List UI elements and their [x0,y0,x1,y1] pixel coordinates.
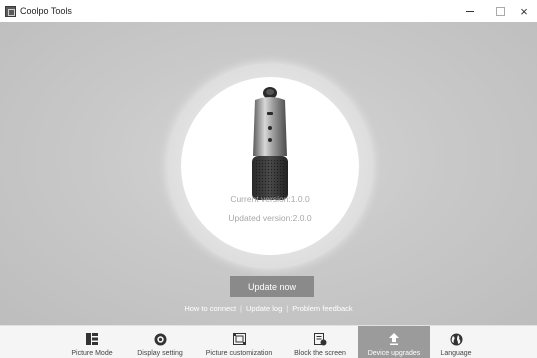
nav-item-picture-customization[interactable]: Picture customization [198,326,280,358]
title-bar: Coolpo Tools × [0,0,537,22]
nav-item-block-the-screen[interactable]: Block the screen [286,326,354,358]
window-title: Coolpo Tools [20,6,72,16]
nav-item-language[interactable]: Language [434,326,478,358]
nav-label: Block the screen [294,350,346,357]
close-button[interactable]: × [508,0,537,22]
globe-icon [450,330,463,348]
minimize-button[interactable] [454,0,486,22]
nav-label: Picture Mode [71,350,113,357]
nav-label: Device upgrades [367,350,421,357]
display-setting-icon [154,330,167,348]
device-image [243,84,297,202]
upgrade-arrow-icon [389,330,399,348]
nav-label: Picture customization [205,350,273,357]
app-logo-icon [5,5,16,17]
nav-item-device-upgrades[interactable]: Device upgrades [358,326,430,358]
upgrade-panel: Current version:1.0.0 Updated version:2.… [0,22,537,325]
block-screen-icon [313,330,327,348]
picture-customization-icon [232,330,246,348]
problem-feedback-link[interactable]: Problem feedback [292,304,352,313]
nav-item-picture-mode[interactable]: Picture Mode [56,326,128,358]
nav-label: Display setting [137,350,183,357]
how-to-connect-link[interactable]: How to connect [184,304,236,313]
help-links: How to connect | Update log | Problem feedba… [0,304,537,313]
update-log-link[interactable]: Update log [246,304,282,313]
updated-version-text: Updated version:2.0.0 [228,213,312,223]
nav-item-display-setting[interactable]: Display setting [128,326,192,358]
update-now-button[interactable]: Update now [230,276,314,297]
nav-label: Language [440,350,472,357]
bottom-nav: Picture Mode Display setting Picture cus… [0,325,537,358]
current-version-text: Current version:1.0.0 [230,194,310,204]
link-separator: | [240,304,242,313]
picture-mode-icon [86,330,98,348]
link-separator: | [286,304,289,313]
